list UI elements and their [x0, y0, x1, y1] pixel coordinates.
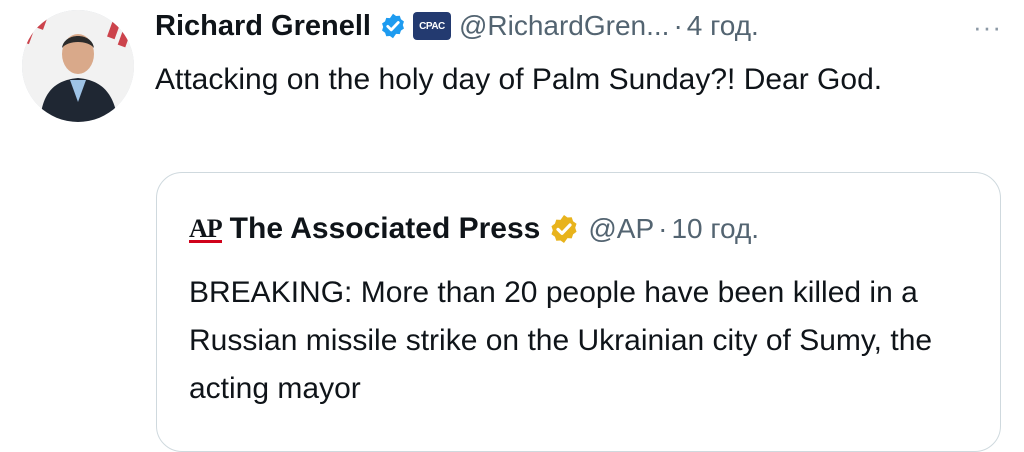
blue-check-icon[interactable] [379, 12, 407, 40]
more-options-icon[interactable]: ··· [973, 12, 1002, 43]
cpac-affiliate-badge[interactable]: CPAC [412, 12, 451, 40]
quoted-tweet-text: BREAKING: More than 20 people have been … [189, 276, 933, 405]
author-handle[interactable]: @RichardGren... [459, 10, 670, 42]
ap-logo-underline [189, 240, 222, 243]
affiliate-badge-text: CPAC [419, 20, 445, 32]
ap-logo-text: AP [189, 214, 223, 243]
quoted-tweet-timestamp[interactable]: 10 год. [671, 213, 759, 245]
quoted-author-handle[interactable]: @AP [588, 213, 654, 245]
tweet-header: Richard Grenell CPAC @RichardGren... · 4… [155, 6, 1002, 46]
quoted-tweet-header: AP The Associated Press @AP · 10 год. [189, 207, 759, 251]
quoted-tweet-card[interactable]: AP The Associated Press @AP · 10 год. BR… [156, 172, 1001, 452]
avatar[interactable] [22, 10, 134, 122]
quoted-author-display-name[interactable]: The Associated Press [230, 212, 541, 246]
gold-check-icon[interactable] [548, 213, 580, 245]
tweet-text: Attacking on the holy day of Palm Sunday… [155, 63, 883, 96]
avatar-image [22, 10, 134, 122]
author-display-name[interactable]: Richard Grenell [155, 10, 371, 43]
ap-logo-icon[interactable]: AP [189, 214, 223, 244]
tweet-timestamp[interactable]: 4 год. [687, 10, 759, 42]
header-separator: · [673, 10, 683, 41]
quoted-header-separator: · [658, 213, 668, 244]
